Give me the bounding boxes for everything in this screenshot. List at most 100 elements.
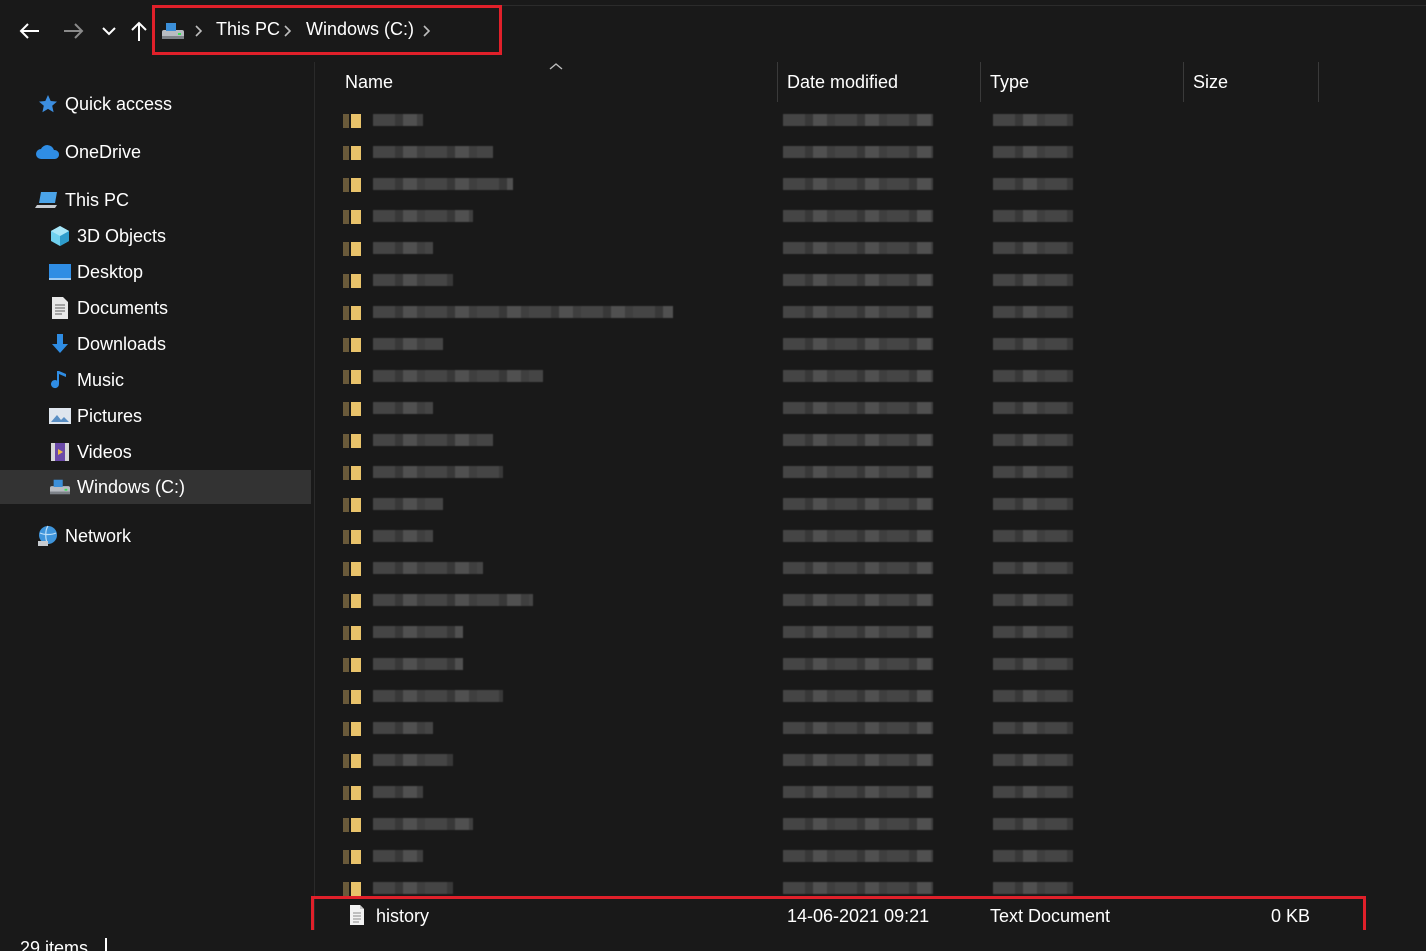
folder-icon	[343, 658, 361, 672]
recent-locations-button[interactable]	[94, 14, 124, 48]
computer-icon	[35, 187, 61, 213]
folder-row[interactable]	[343, 744, 1363, 776]
folder-row[interactable]	[343, 616, 1363, 648]
sidebar-item-label: Desktop	[77, 261, 144, 282]
sidebar-item-label: Network	[65, 525, 132, 546]
folder-icon	[343, 850, 361, 864]
chevron-right-icon	[284, 25, 292, 37]
folder-row[interactable]	[343, 104, 1363, 136]
drive-icon	[47, 474, 73, 500]
obscured-type	[993, 370, 1073, 382]
obscured-name	[373, 146, 493, 158]
sidebar-item-pictures[interactable]: Pictures	[47, 399, 142, 433]
desktop-icon	[47, 259, 73, 285]
folder-icon	[343, 626, 361, 640]
folder-row[interactable]	[343, 360, 1363, 392]
obscured-type	[993, 466, 1073, 478]
folder-row[interactable]	[343, 296, 1363, 328]
sidebar-item-quick-access[interactable]: Quick access	[35, 87, 172, 121]
sidebar-item-desktop[interactable]: Desktop	[47, 255, 143, 289]
sidebar-item-videos[interactable]: Videos	[47, 435, 132, 469]
chevron-down-icon	[102, 27, 116, 36]
breadcrumb-windows-c[interactable]: Windows (C:)	[306, 19, 414, 40]
file-type: Text Document	[990, 906, 1111, 926]
column-header-date-modified[interactable]: Date modified	[787, 72, 898, 102]
folder-row[interactable]	[343, 200, 1363, 232]
folder-row[interactable]	[343, 520, 1363, 552]
folder-row[interactable]	[343, 424, 1363, 456]
obscured-name	[373, 274, 453, 286]
folder-row[interactable]	[343, 648, 1363, 680]
sidebar-item-label: Documents	[77, 297, 169, 318]
sidebar-item-downloads[interactable]: Downloads	[47, 327, 166, 361]
sidebar-item-onedrive[interactable]: OneDrive	[35, 135, 141, 169]
obscured-type	[993, 146, 1073, 158]
chevron-right-icon[interactable]	[422, 22, 432, 40]
sidebar-item-documents[interactable]: Documents	[47, 291, 168, 325]
obscured-type	[993, 210, 1073, 222]
column-divider[interactable]	[1318, 62, 1319, 102]
obscured-date	[783, 146, 933, 158]
folder-row[interactable]	[343, 392, 1363, 424]
column-divider[interactable]	[1183, 62, 1184, 102]
folder-row[interactable]	[343, 840, 1363, 872]
obscured-name	[373, 242, 433, 254]
sidebar-item-network[interactable]: Network	[35, 519, 131, 553]
obscured-name	[373, 850, 423, 862]
folder-icon	[343, 146, 361, 160]
obscured-name	[373, 338, 443, 350]
folder-row[interactable]	[343, 136, 1363, 168]
sidebar-item-music[interactable]: Music	[47, 363, 124, 397]
folder-icon	[343, 786, 361, 800]
pictures-icon	[47, 403, 73, 429]
column-header-type[interactable]: Type	[990, 72, 1029, 102]
forward-button[interactable]	[59, 14, 89, 48]
chevron-right-icon	[195, 25, 203, 37]
obscured-name	[373, 690, 503, 702]
obscured-date	[783, 370, 933, 382]
obscured-name	[373, 722, 433, 734]
folder-row[interactable]	[343, 328, 1363, 360]
obscured-type	[993, 754, 1073, 766]
column-divider[interactable]	[777, 62, 778, 102]
sidebar-item-label: Videos	[77, 441, 132, 462]
folder-row[interactable]	[343, 552, 1363, 584]
folder-icon	[343, 434, 361, 448]
folder-row[interactable]	[343, 168, 1363, 200]
breadcrumb-this-pc[interactable]: This PC	[216, 19, 280, 40]
obscured-date	[783, 690, 933, 702]
obscured-name	[373, 786, 423, 798]
table-row[interactable]: history 14-06-2021 09:21 Text Document 0…	[315, 898, 1426, 934]
obscured-date	[783, 498, 933, 510]
column-header-name[interactable]: Name	[345, 72, 393, 102]
folder-row[interactable]	[343, 232, 1363, 264]
folder-row[interactable]	[343, 456, 1363, 488]
sidebar-item-label: Pictures	[77, 405, 143, 426]
back-button[interactable]	[14, 14, 44, 48]
folder-icon	[343, 274, 361, 288]
sort-ascending-icon	[549, 63, 563, 70]
folder-row[interactable]	[343, 776, 1363, 808]
folder-row[interactable]	[343, 712, 1363, 744]
folder-row[interactable]	[343, 488, 1363, 520]
obscured-name	[373, 562, 483, 574]
obscured-date	[783, 466, 933, 478]
folder-row[interactable]	[343, 808, 1363, 840]
column-divider[interactable]	[980, 62, 981, 102]
folder-row[interactable]	[343, 264, 1363, 296]
obscured-name	[373, 882, 453, 894]
obscured-type	[993, 786, 1073, 798]
folder-icon	[343, 562, 361, 576]
up-button[interactable]	[124, 14, 154, 48]
obscured-date	[783, 306, 933, 318]
sidebar-item-label: OneDrive	[65, 141, 142, 162]
folder-row[interactable]	[343, 584, 1363, 616]
item-count: 29 items	[20, 938, 89, 951]
arrow-right-icon	[64, 23, 84, 39]
sidebar-item-this-pc[interactable]: This PC	[35, 183, 129, 217]
sidebar-item-windows-c[interactable]: Windows (C:)	[0, 470, 311, 504]
column-header-size[interactable]: Size	[1193, 72, 1228, 102]
folder-row[interactable]	[343, 680, 1363, 712]
sidebar-item-3d-objects[interactable]: 3D Objects	[47, 219, 166, 253]
obscured-date	[783, 786, 933, 798]
